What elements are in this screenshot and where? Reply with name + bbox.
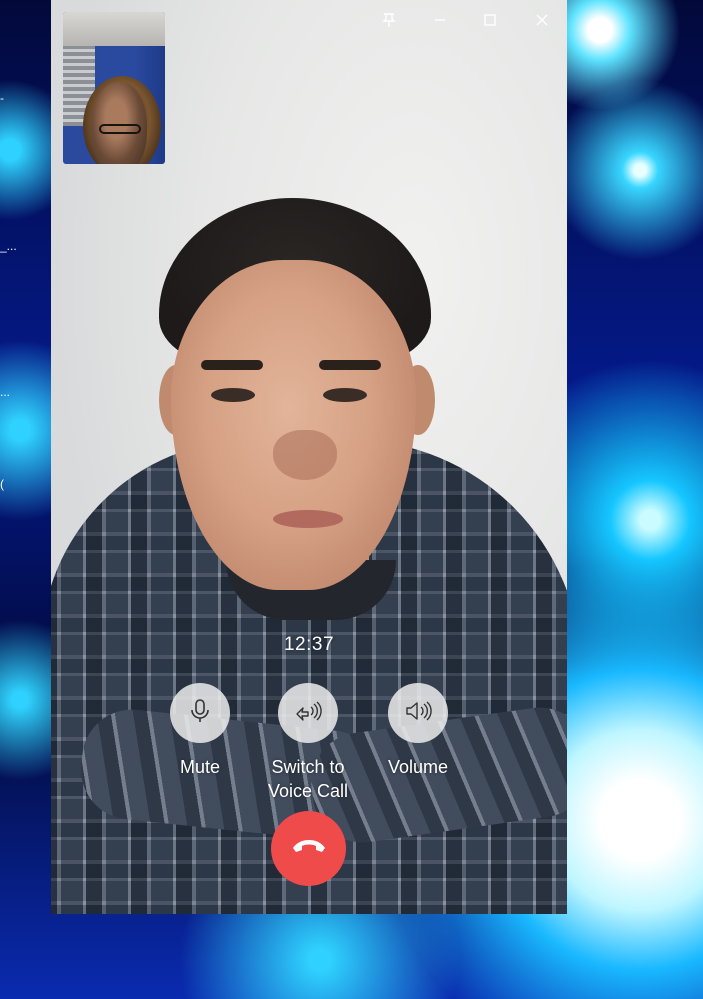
maximize-button[interactable]	[467, 4, 513, 36]
switch-to-voice-call-button[interactable]: Switch to Voice Call	[248, 683, 368, 803]
mute-label: Mute	[179, 757, 221, 777]
volume-button[interactable]: Volume	[358, 683, 478, 779]
mute-button-circle[interactable]	[170, 683, 230, 743]
minimize-icon	[433, 13, 447, 27]
close-icon	[535, 13, 549, 27]
hang-up-icon	[291, 836, 327, 861]
desktop-text-fragment: (	[0, 477, 4, 491]
pin-button[interactable]	[366, 4, 412, 36]
switch-button-circle[interactable]	[278, 683, 338, 743]
video-call-window: 12:37 Mute Switch to Voice Call Volume	[51, 0, 567, 914]
volume-label: Volume	[387, 757, 449, 777]
speaker-icon	[404, 700, 432, 727]
minimize-button[interactable]	[417, 4, 463, 36]
desktop-text-fragment: ...	[0, 385, 11, 399]
call-timer: 12:37	[283, 634, 335, 655]
volume-button-circle[interactable]	[388, 683, 448, 743]
self-video-preview[interactable]	[63, 12, 165, 164]
hang-up-button[interactable]	[271, 811, 346, 886]
switch-label: Switch to Voice Call	[267, 757, 349, 801]
mute-button[interactable]: Mute	[140, 683, 260, 779]
microphone-icon	[189, 698, 211, 729]
switch-voice-call-icon	[294, 700, 322, 727]
maximize-icon	[483, 13, 497, 27]
pin-icon	[381, 12, 397, 28]
desktop-text-fragment: -	[0, 91, 4, 105]
close-button[interactable]	[519, 4, 565, 36]
desktop-text-fragment: _...	[0, 239, 17, 253]
